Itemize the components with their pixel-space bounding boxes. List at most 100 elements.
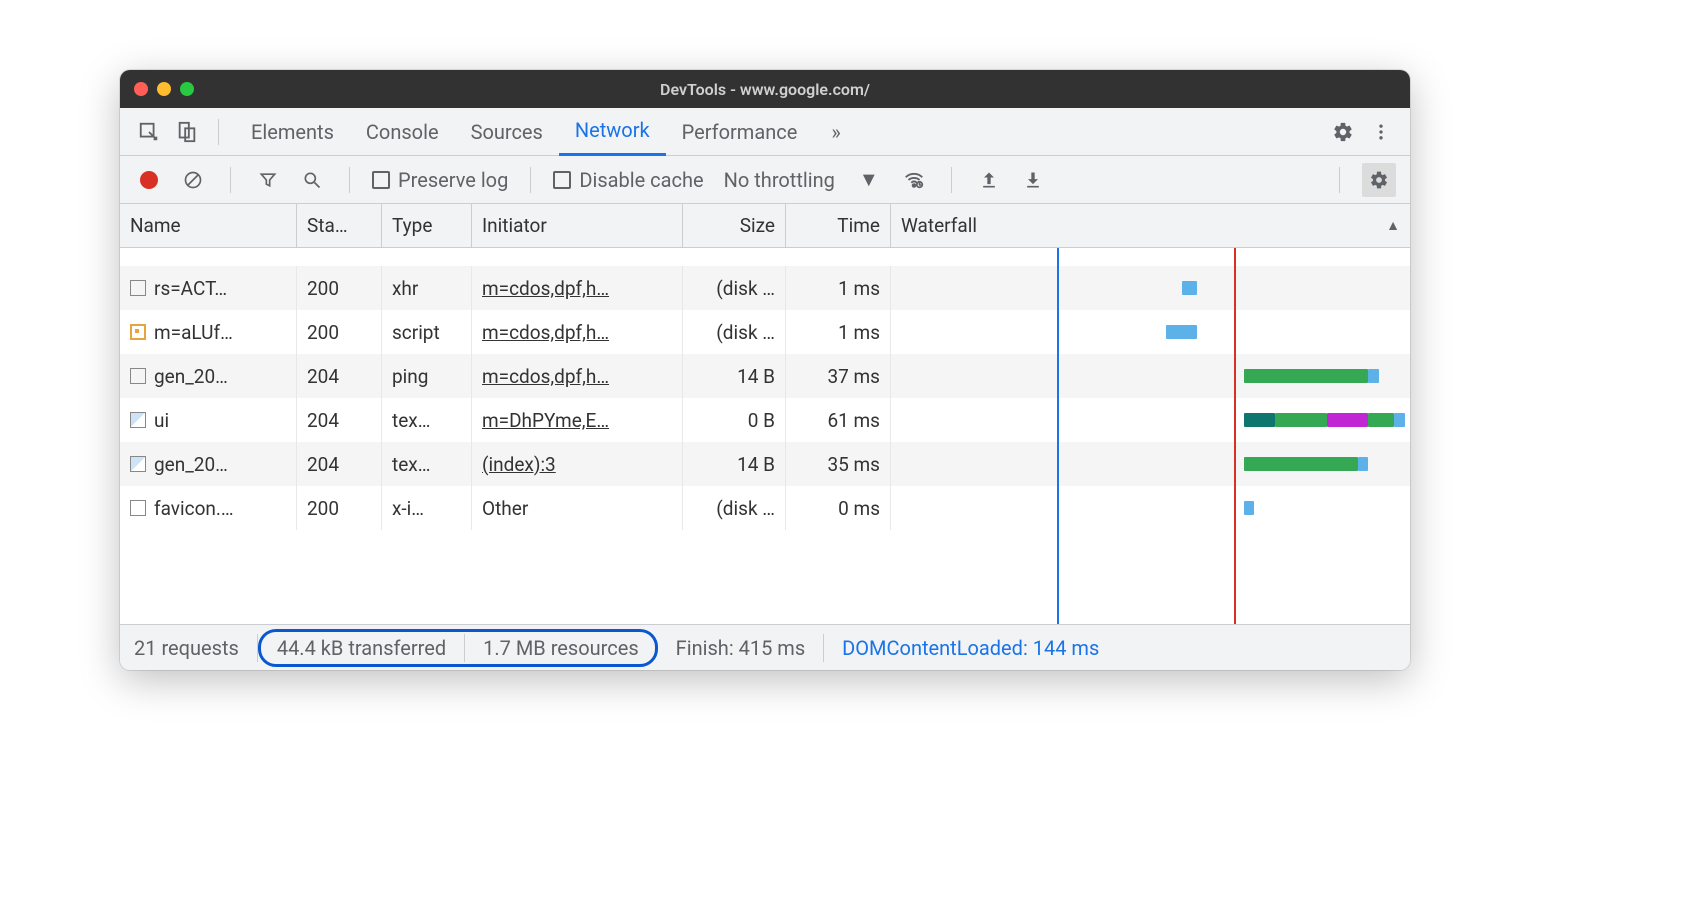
doc-icon — [130, 280, 146, 296]
tab-sources[interactable]: Sources — [455, 108, 559, 156]
col-name[interactable]: Name — [120, 204, 297, 247]
cell-initiator: m=DhPYme,E… — [472, 398, 683, 442]
cell-size: (disk … — [683, 310, 786, 354]
divider — [230, 167, 231, 193]
request-rows: rs=ACT…200xhrm=cdos,dpf,h…(disk …1 msm=a… — [120, 248, 1410, 624]
initiator-link[interactable]: m=cdos,dpf,h… — [482, 321, 609, 344]
col-initiator[interactable]: Initiator — [472, 204, 683, 247]
cell-size: 14 B — [683, 354, 786, 398]
divider — [530, 167, 531, 193]
cell-waterfall — [891, 486, 1410, 530]
cell-time: 61 ms — [786, 398, 891, 442]
more-tabs-icon[interactable]: » — [821, 120, 850, 144]
cell-time: 1 ms — [786, 266, 891, 310]
cell-status: 200 — [297, 310, 382, 354]
minimize-window-button[interactable] — [157, 82, 171, 96]
titlebar: DevTools - www.google.com/ — [120, 70, 1410, 108]
cell-initiator: Other — [472, 486, 683, 530]
footer-requests: 21 requests — [134, 634, 258, 662]
network-conditions-icon[interactable] — [899, 165, 929, 195]
initiator-link[interactable]: m=cdos,dpf,h… — [482, 365, 609, 388]
initiator-link[interactable]: (index):3 — [482, 453, 556, 476]
settings-gear-icon[interactable] — [1328, 117, 1358, 147]
record-button[interactable] — [134, 165, 164, 195]
tab-performance[interactable]: Performance — [666, 108, 814, 156]
disable-cache-label: Disable cache — [579, 168, 703, 192]
cell-type: xhr — [382, 266, 472, 310]
cell-status: 200 — [297, 266, 382, 310]
initiator-link[interactable]: m=cdos,dpf,h… — [482, 277, 609, 300]
divider — [1339, 167, 1340, 193]
cell-waterfall — [891, 310, 1410, 354]
col-time[interactable]: Time — [786, 204, 891, 247]
col-size[interactable]: Size — [683, 204, 786, 247]
footer-finish: Finish: 415 ms — [658, 634, 825, 662]
cell-waterfall — [891, 442, 1410, 486]
traffic-lights — [134, 82, 194, 96]
tabs-container: ElementsConsoleSourcesNetworkPerformance — [235, 108, 813, 156]
cell-initiator: m=cdos,dpf,h… — [472, 354, 683, 398]
img-icon — [130, 412, 146, 428]
col-waterfall[interactable]: Waterfall ▲ — [891, 204, 1410, 247]
throttling-select[interactable]: No throttling ▼ — [718, 167, 885, 192]
cell-status: 204 — [297, 354, 382, 398]
clear-button[interactable] — [178, 165, 208, 195]
cell-time: 35 ms — [786, 442, 891, 486]
tab-console[interactable]: Console — [350, 108, 455, 156]
cell-initiator: m=cdos,dpf,h… — [472, 266, 683, 310]
cell-type: script — [382, 310, 472, 354]
sort-indicator-icon: ▲ — [1386, 217, 1400, 234]
tab-network[interactable]: Network — [559, 108, 666, 156]
cell-time: 1 ms — [786, 310, 891, 354]
status-footer: 21 requests 44.4 kB transferred 1.7 MB r… — [120, 624, 1410, 670]
cell-size: 14 B — [683, 442, 786, 486]
col-type[interactable]: Type — [382, 204, 472, 247]
tab-elements[interactable]: Elements — [235, 108, 350, 156]
throttling-value: No throttling — [724, 168, 835, 192]
cell-status: 204 — [297, 398, 382, 442]
panel-tabs-bar: ElementsConsoleSourcesNetworkPerformance… — [120, 108, 1410, 156]
close-window-button[interactable] — [134, 82, 148, 96]
table-row[interactable]: gen_20…204pingm=cdos,dpf,h…14 B37 ms — [120, 354, 1410, 398]
network-settings-icon[interactable] — [1362, 163, 1396, 197]
network-toolbar: Preserve log Disable cache No throttling… — [120, 156, 1410, 204]
cell-status: 204 — [297, 442, 382, 486]
table-row[interactable]: gen_20…204tex…(index):314 B35 ms — [120, 442, 1410, 486]
table-row[interactable]: rs=ACT…200xhr m=cdos,dpf,h… (disk …1 ms — [120, 266, 1410, 310]
col-status[interactable]: Sta… — [297, 204, 382, 247]
cell-name: favicon.… — [120, 486, 297, 530]
cell-waterfall — [891, 398, 1410, 442]
kebab-menu-icon[interactable] — [1366, 117, 1396, 147]
table-row[interactable]: favicon.…200x-i…Other(disk …0 ms — [120, 486, 1410, 530]
maximize-window-button[interactable] — [180, 82, 194, 96]
cell-time: 37 ms — [786, 354, 891, 398]
inspect-element-icon[interactable] — [134, 117, 164, 147]
cell-initiator: (index):3 — [472, 442, 683, 486]
doc-icon — [130, 500, 146, 516]
cell-type: ping — [382, 354, 472, 398]
cell-name: m=aLUf… — [120, 310, 297, 354]
cell-type: x-i… — [382, 486, 472, 530]
search-icon[interactable] — [297, 165, 327, 195]
preserve-log-label: Preserve log — [398, 168, 508, 192]
cell-waterfall — [891, 354, 1410, 398]
disable-cache-checkbox[interactable]: Disable cache — [553, 168, 703, 192]
cell-type: tex… — [382, 442, 472, 486]
cell-initiator: m=cdos,dpf,h… — [472, 310, 683, 354]
divider — [218, 119, 219, 145]
table-row[interactable]: m=aLUf…200script m=cdos,dpf,h… (disk …1 ms — [120, 310, 1410, 354]
upload-har-icon[interactable] — [974, 165, 1004, 195]
footer-transferred: 44.4 kB transferred — [271, 634, 465, 662]
divider — [951, 167, 952, 193]
cell-size: (disk … — [683, 266, 786, 310]
initiator-link[interactable]: m=DhPYme,E… — [482, 409, 609, 432]
divider — [349, 167, 350, 193]
download-har-icon[interactable] — [1018, 165, 1048, 195]
preserve-log-checkbox[interactable]: Preserve log — [372, 168, 508, 192]
cell-size: (disk … — [683, 486, 786, 530]
device-toolbar-icon[interactable] — [172, 117, 202, 147]
footer-resources: 1.7 MB resources — [465, 634, 645, 662]
filter-icon[interactable] — [253, 165, 283, 195]
cell-name: rs=ACT… — [120, 266, 297, 310]
table-row[interactable]: ui204tex…m=DhPYme,E…0 B61 ms — [120, 398, 1410, 442]
